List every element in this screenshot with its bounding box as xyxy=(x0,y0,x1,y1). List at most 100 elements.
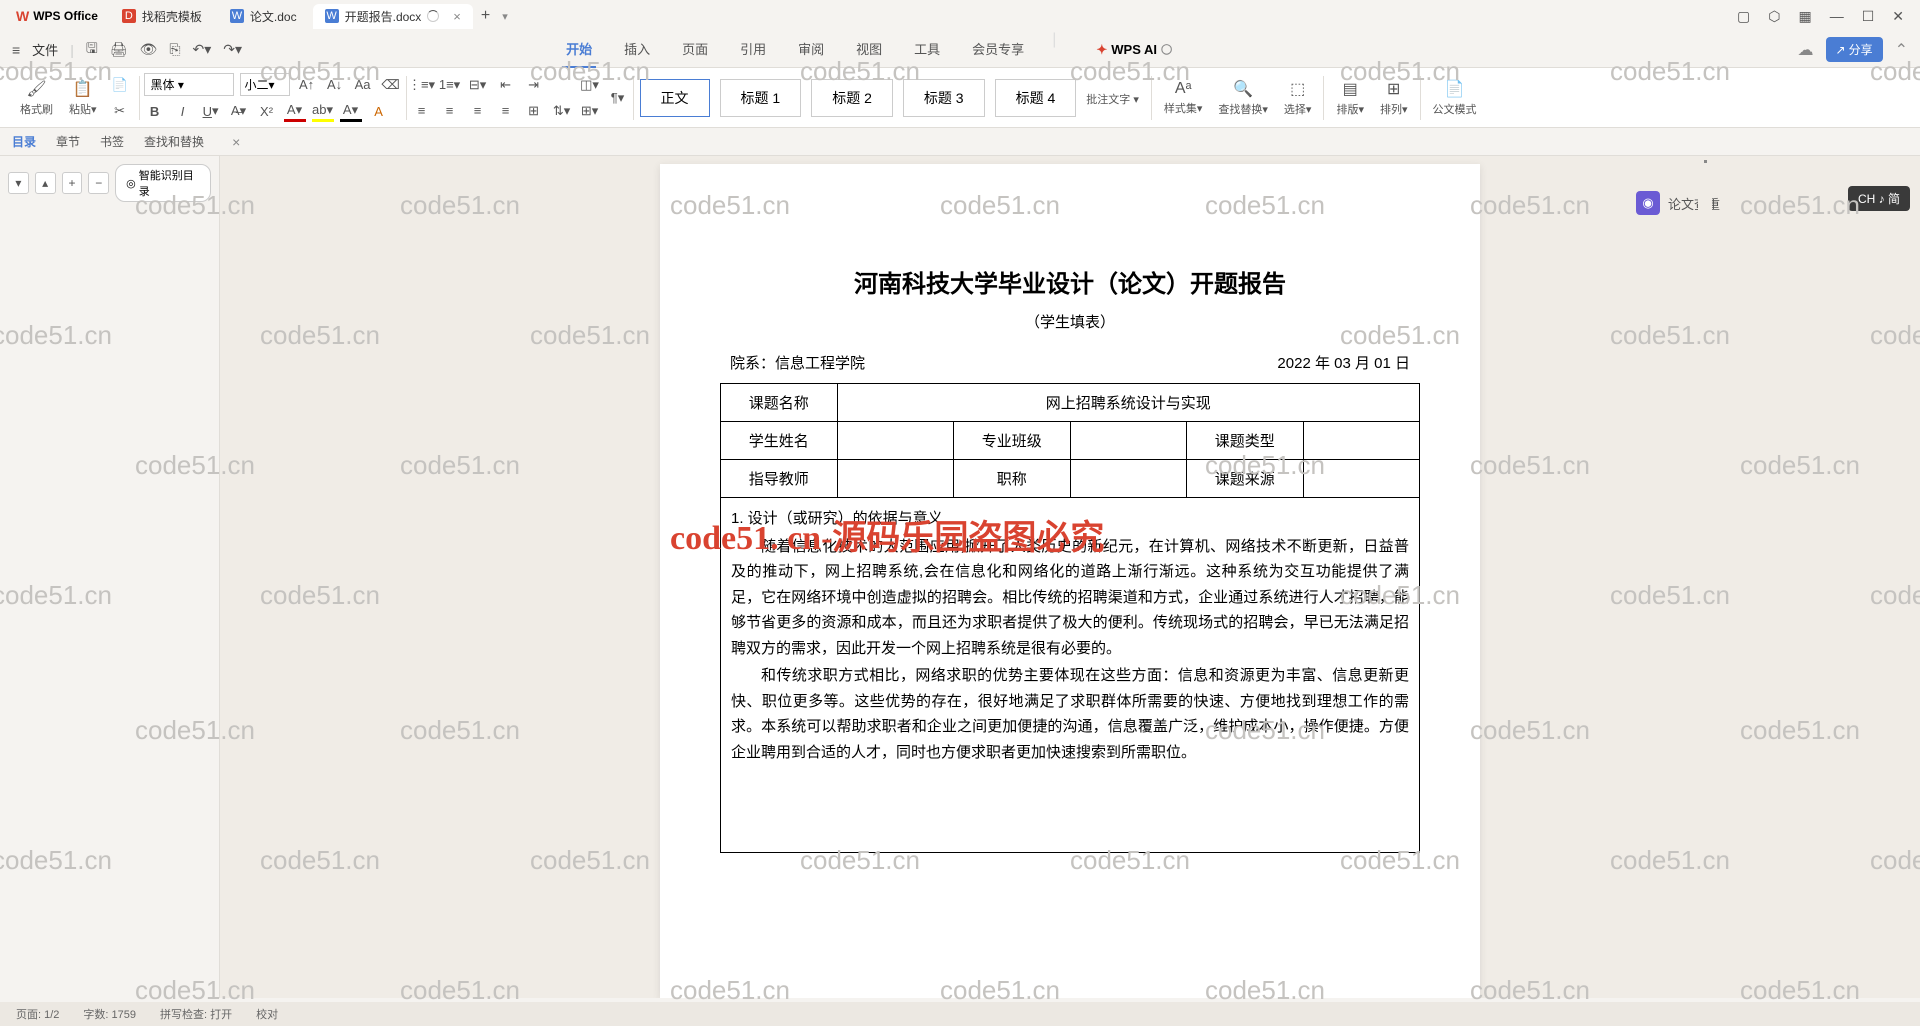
menu-review[interactable]: 审阅 xyxy=(794,31,828,68)
copy-icon[interactable]: 📄 xyxy=(109,74,131,96)
bullets-icon[interactable]: ⋮≡▾ xyxy=(411,74,433,96)
share-button[interactable]: ↗分享 xyxy=(1826,37,1883,62)
menu-page[interactable]: 页面 xyxy=(678,31,712,68)
paste-icon: 📋 xyxy=(73,79,93,99)
font-family-select[interactable]: 黑体 ▾ xyxy=(144,73,234,96)
status-page[interactable]: 页面: 1/2 xyxy=(16,1006,59,1022)
line-spacing-icon[interactable]: ⇅▾ xyxy=(551,100,573,122)
italic-button[interactable]: I xyxy=(172,100,194,122)
numbering-icon[interactable]: 1≡▾ xyxy=(439,74,461,96)
increase-font-icon[interactable]: A↑ xyxy=(296,74,318,96)
collapse-ribbon-icon[interactable]: ⌃ xyxy=(1895,40,1908,60)
style-h2[interactable]: 标题 2 xyxy=(811,79,893,117)
close-icon[interactable]: × xyxy=(453,9,461,24)
print-icon[interactable]: 🖨 xyxy=(110,41,128,58)
preview-icon[interactable]: 👁 xyxy=(140,41,158,58)
save-icon[interactable]: 🖫 xyxy=(86,38,98,62)
tab-doc1[interactable]: W 论文.doc xyxy=(218,4,309,29)
minimize-icon[interactable]: — xyxy=(1830,8,1844,24)
status-proof[interactable]: 校对 xyxy=(256,1006,278,1022)
smart-toc-button[interactable]: ◎智能识别目录 xyxy=(115,164,211,202)
scrollbar[interactable] xyxy=(1698,156,1712,998)
window-icon[interactable]: ▢ xyxy=(1737,8,1750,25)
menu-reference[interactable]: 引用 xyxy=(736,31,770,68)
decrease-font-icon[interactable]: A↓ xyxy=(324,74,346,96)
promote-icon[interactable]: + xyxy=(62,172,83,194)
hamburger-icon[interactable]: ≡ xyxy=(12,42,20,58)
distribute-icon[interactable]: ⊞ xyxy=(523,100,545,122)
shading-fill-icon[interactable]: ◫▾ xyxy=(579,74,601,96)
paste-group[interactable]: 📋 粘贴▾ xyxy=(61,68,105,127)
file-menu[interactable]: 文件 xyxy=(32,40,58,59)
tab-templates[interactable]: D 找稻壳模板 xyxy=(110,4,214,29)
check-label[interactable]: 论文查重 xyxy=(1668,194,1720,213)
select-group[interactable]: ⬚选择▾ xyxy=(1276,68,1320,127)
redo-icon[interactable]: ↷▾ xyxy=(223,41,242,58)
menu-start[interactable]: 开始 xyxy=(562,31,596,68)
expand-icon[interactable]: ▴ xyxy=(35,172,56,194)
menu-tools[interactable]: 工具 xyxy=(910,31,944,68)
status-words[interactable]: 字数: 1759 xyxy=(83,1006,136,1022)
maximize-icon[interactable]: ☐ xyxy=(1862,8,1875,25)
font-effect-button[interactable]: A xyxy=(368,100,390,122)
align-left-icon[interactable]: ≡ xyxy=(411,100,433,122)
style-body[interactable]: 正文 xyxy=(640,79,710,117)
document-area[interactable]: ◉ 论文查重 CH ♪ 简 河南科技大学毕业设计（论文）开题报告 （学生填表） … xyxy=(220,156,1920,998)
change-case-icon[interactable]: Aa xyxy=(352,74,374,96)
underline-button[interactable]: U▾ xyxy=(200,100,222,122)
font-color-button[interactable]: A▾ xyxy=(284,100,306,122)
tab-doc2-active[interactable]: W 开题报告.docx × xyxy=(313,4,473,29)
style-h3[interactable]: 标题 3 xyxy=(903,79,985,117)
new-tab-dropdown[interactable]: ▾ xyxy=(502,10,508,23)
table-row: 指导教师 职称 课题来源 xyxy=(721,460,1420,498)
translate-icon[interactable]: ▦ xyxy=(1798,8,1811,25)
format-painter-group[interactable]: 🖌 格式刷 xyxy=(12,68,61,127)
borders-icon[interactable]: ⊞▾ xyxy=(579,100,601,122)
find-replace-group[interactable]: 🔍查找替换▾ xyxy=(1210,68,1276,127)
demote-icon[interactable]: − xyxy=(88,172,109,194)
highlight-button[interactable]: ab▾ xyxy=(312,100,334,122)
superscript-button[interactable]: X² xyxy=(256,100,278,122)
cut-icon[interactable]: ✂ xyxy=(109,100,131,122)
menu-view[interactable]: 视图 xyxy=(852,31,886,68)
collapse-icon[interactable]: ▾ xyxy=(8,172,29,194)
align-right-icon[interactable]: ≡ xyxy=(467,100,489,122)
align-justify-icon[interactable]: ≡ xyxy=(495,100,517,122)
align-center-icon[interactable]: ≡ xyxy=(439,100,461,122)
show-marks-icon[interactable]: ¶▾ xyxy=(607,87,629,109)
menu-insert[interactable]: 插入 xyxy=(620,31,654,68)
annotate-group[interactable]: 批注文字 ▾ xyxy=(1078,68,1147,127)
arrange-group[interactable]: ⊞排列▾ xyxy=(1372,68,1416,127)
nav-bookmark[interactable]: 书签 xyxy=(100,133,124,150)
close-icon[interactable]: × xyxy=(232,134,240,150)
export-icon[interactable]: ⎘ xyxy=(169,41,180,58)
multilevel-icon[interactable]: ⊟▾ xyxy=(467,74,489,96)
document-page[interactable]: 河南科技大学毕业设计（论文）开题报告 （学生填表） 院系：信息工程学院 2022… xyxy=(660,164,1480,998)
wps-ai-button[interactable]: ✦WPS AI ◯ xyxy=(1096,31,1172,68)
nav-chapter[interactable]: 章节 xyxy=(56,133,80,150)
close-window-icon[interactable]: ✕ xyxy=(1892,8,1904,25)
layout-group[interactable]: ▤排版▾ xyxy=(1328,68,1372,127)
style-set-group[interactable]: Aᵃ样式集▾ xyxy=(1156,68,1211,127)
word-icon: W xyxy=(230,9,244,23)
bold-button[interactable]: B xyxy=(144,100,166,122)
style-h4[interactable]: 标题 4 xyxy=(995,79,1077,117)
official-group[interactable]: 📄公文模式 xyxy=(1425,68,1485,127)
new-tab-button[interactable]: + xyxy=(473,3,498,29)
cube-icon[interactable]: ⬡ xyxy=(1768,8,1780,25)
status-spell[interactable]: 拼写检查: 打开 xyxy=(160,1006,232,1022)
undo-icon[interactable]: ↶▾ xyxy=(193,41,212,58)
nav-toc[interactable]: 目录 xyxy=(12,133,36,150)
decrease-indent-icon[interactable]: ⇤ xyxy=(495,74,517,96)
ime-indicator[interactable]: CH ♪ 简 xyxy=(1848,186,1910,211)
shading-button[interactable]: A▾ xyxy=(340,100,362,122)
cloud-icon[interactable]: ☁ xyxy=(1798,40,1814,60)
increase-indent-icon[interactable]: ⇥ xyxy=(523,74,545,96)
font-size-select[interactable]: 小二▾ xyxy=(240,73,290,96)
menu-member[interactable]: 会员专享 xyxy=(968,31,1028,68)
nav-find[interactable]: 查找和替换 xyxy=(144,133,204,150)
check-icon[interactable]: ◉ xyxy=(1636,191,1660,215)
clear-format-icon[interactable]: ⌫ xyxy=(380,74,402,96)
style-h1[interactable]: 标题 1 xyxy=(720,79,802,117)
strikethrough-button[interactable]: A̶▾ xyxy=(228,100,250,122)
